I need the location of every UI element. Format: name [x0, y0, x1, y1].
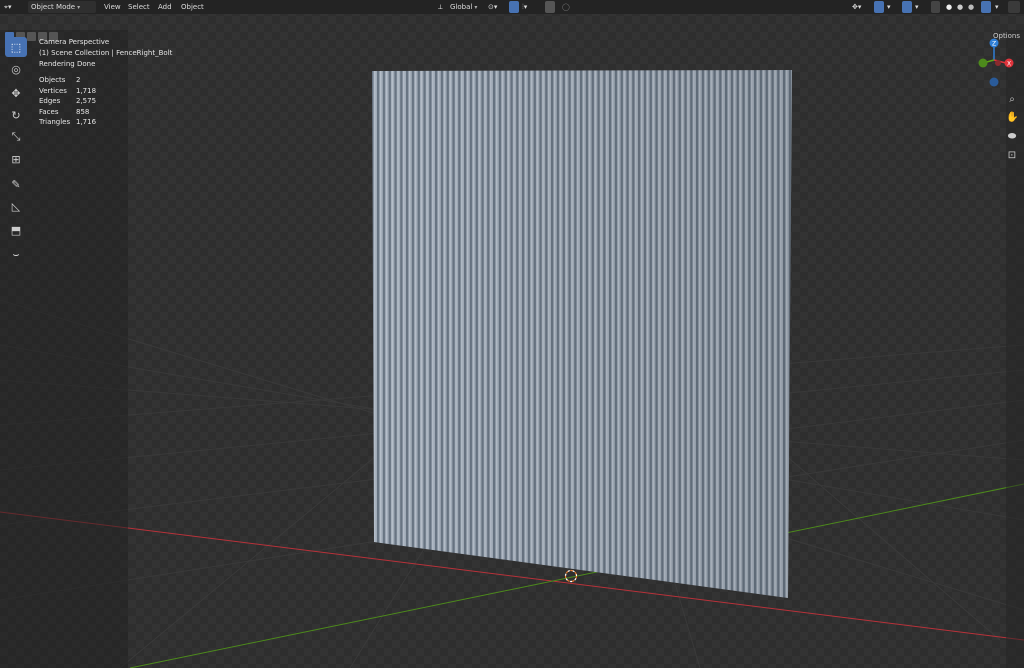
view-name: Camera Perspective — [39, 38, 110, 46]
viewport-info: Camera Perspective (1) Scene Collection … — [39, 37, 172, 70]
select-subtract-icon[interactable] — [27, 32, 36, 41]
render-status: Rendering Done — [39, 60, 96, 68]
editor-type-icon[interactable]: ⌖▾ — [4, 2, 11, 12]
shading-rendered-icon[interactable] — [981, 1, 991, 13]
mode-label: Object Mode — [31, 2, 80, 13]
shading-solid-icon[interactable]: ● — [957, 2, 963, 12]
zoom-icon[interactable]: ⌕ — [1006, 94, 1018, 106]
visibility-icon[interactable]: ✥▾ — [852, 2, 861, 12]
shading-material-icon[interactable]: ● — [968, 2, 974, 12]
snap-toggle-icon[interactable] — [509, 1, 519, 13]
mode-dropdown[interactable]: Object Mode — [28, 1, 96, 13]
measure-icon[interactable]: ◺ — [5, 196, 27, 216]
rotate-icon[interactable]: ↻ — [5, 105, 27, 125]
right-overlay-region — [1006, 30, 1024, 668]
3d-viewport[interactable] — [0, 0, 1024, 668]
pan-hand-icon[interactable]: ✋ — [1006, 112, 1018, 124]
menu-object[interactable]: Object — [181, 2, 204, 12]
shading-dropdown-icon[interactable]: ▾ — [995, 2, 999, 12]
move-icon[interactable]: ✥ — [5, 83, 27, 103]
scale-icon[interactable]: ⤡ — [5, 127, 27, 147]
gizmo-dropdown-icon[interactable]: ▾ — [887, 2, 891, 12]
selection-mode-bar: Options — [0, 14, 1024, 41]
pivot-icon[interactable]: ⊙▾ — [488, 2, 497, 12]
stat-row: Objects 2 — [39, 76, 81, 84]
viewport-header: ⌖▾ Object Mode View Select Add Object ⟂ … — [0, 0, 1024, 14]
curve-icon[interactable]: ⌣ — [5, 245, 27, 265]
orientation-dropdown[interactable]: Global — [450, 2, 477, 13]
gizmo-x-label: X — [1007, 61, 1011, 68]
menu-add[interactable]: Add — [158, 2, 172, 12]
proportional-edit-icon[interactable] — [545, 1, 555, 13]
gizmo-toggle-icon[interactable] — [874, 1, 884, 13]
shading-wireframe-icon[interactable]: ● — [946, 2, 952, 12]
falloff-icon[interactable]: ◯ — [562, 2, 570, 12]
select-box-icon[interactable]: ⬚ — [5, 37, 27, 57]
menu-select[interactable]: Select — [128, 2, 150, 12]
overlay-dropdown-icon[interactable]: ▾ — [915, 2, 919, 12]
viewport-grid — [0, 70, 1024, 668]
gizmo-z-label: Z — [992, 41, 996, 48]
xray-toggle-icon[interactable] — [931, 1, 940, 13]
split-view-icon[interactable] — [1008, 1, 1020, 13]
cursor-icon[interactable]: ◎ — [5, 59, 27, 79]
add-cube-icon[interactable]: ⬒ — [5, 220, 27, 240]
orientation-icon: ⟂ — [438, 3, 443, 11]
stat-row: Vertices 1,718 — [39, 86, 97, 95]
lock-icon[interactable]: ⊡ — [1006, 150, 1018, 162]
stat-row: Triangles 1,716 — [39, 118, 97, 126]
snap-options-icon[interactable]: ⫶▾ — [522, 2, 527, 12]
scene-statistics: Objects 2 Vertices 1,718 Edges 2,575 Faces 8… — [39, 75, 96, 128]
transform-icon[interactable]: ⊞ — [5, 149, 27, 169]
stat-row: Faces 858 — [39, 107, 90, 116]
menu-view[interactable]: View — [104, 2, 121, 12]
annotate-icon[interactable]: ✎ — [5, 174, 27, 194]
stat-row: Edges 2,575 — [39, 97, 97, 105]
navigation-gizmo[interactable]: X Z — [970, 34, 1020, 90]
camera-view-icon[interactable]: ⬬ — [1006, 131, 1018, 143]
overlay-toggle-icon[interactable] — [902, 1, 912, 13]
collection-name: (1) Scene Collection | FenceRight_Bolt — [39, 49, 173, 57]
